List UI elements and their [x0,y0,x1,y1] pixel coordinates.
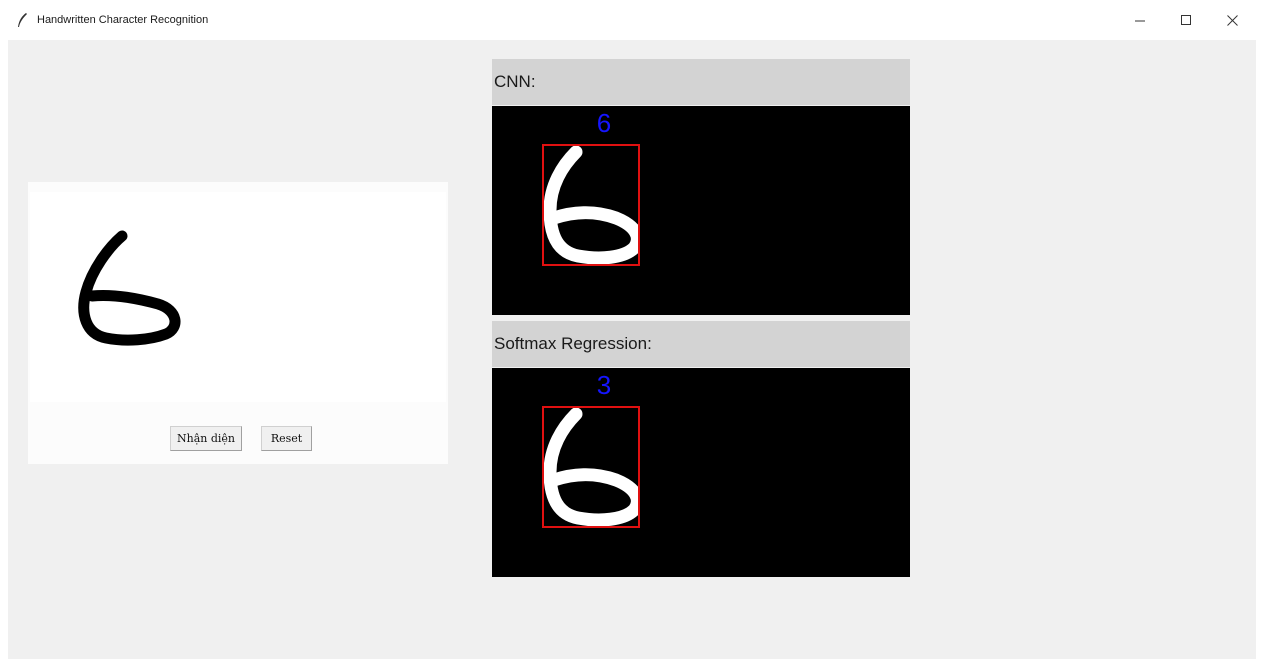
reset-button[interactable]: Reset [261,426,312,451]
cnn-prediction-label: 6 [596,108,612,138]
close-icon [1226,14,1238,26]
cnn-result-header: CNN: [492,59,910,105]
softmax-result-header: Softmax Regression: [492,321,910,367]
recognize-button[interactable]: Nhận diện [170,426,242,451]
cnn-result-image: 6 [492,106,910,315]
minimize-icon [1134,20,1145,21]
feather-icon [18,13,27,27]
softmax-bounding-box [542,406,640,528]
button-row: Nhận diện Reset [28,426,448,454]
maximize-icon [1180,14,1191,25]
softmax-result-image: 3 [492,368,910,577]
cnn-bounding-box [542,144,640,266]
drawing-panel: Nhận diện Reset [28,182,448,464]
app-window: Handwritten Character Recognition Nhận d… [0,0,1261,659]
minimize-button[interactable] [1117,0,1163,40]
maximize-button[interactable] [1163,0,1209,40]
handwritten-digit-stroke [78,230,181,346]
close-button[interactable] [1209,0,1255,40]
window-title: Handwritten Character Recognition [37,14,209,26]
softmax-prediction-label: 3 [596,370,612,400]
drawing-canvas[interactable] [30,192,446,402]
client-area: Nhận diện Reset CNN: 6 Softmax Regressio… [8,40,1256,659]
title-bar[interactable]: Handwritten Character Recognition [0,0,1261,40]
